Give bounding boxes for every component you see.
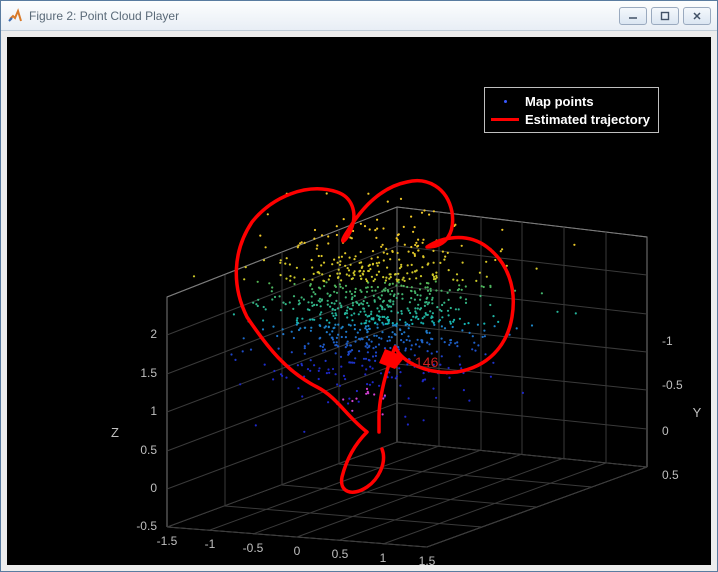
svg-text:0: 0 <box>662 424 669 438</box>
svg-text:1: 1 <box>150 404 157 418</box>
legend-entry-map-points[interactable]: Map points <box>491 92 650 110</box>
close-button[interactable] <box>683 7 711 25</box>
svg-text:-0.5: -0.5 <box>243 541 264 555</box>
y-ticks: -1 -0.5 0 0.5 <box>662 334 683 482</box>
svg-text:1.5: 1.5 <box>419 554 436 565</box>
legend[interactable]: Map points Estimated trajectory <box>484 87 659 133</box>
figure-window: Figure 2: Point Cloud Player <box>0 0 718 572</box>
svg-text:-0.5: -0.5 <box>136 519 157 533</box>
y-axis-label: Y <box>693 405 702 420</box>
svg-text:0.5: 0.5 <box>140 443 157 457</box>
legend-label: Map points <box>525 94 594 109</box>
svg-text:1: 1 <box>380 551 387 565</box>
line-swatch-icon <box>491 112 519 126</box>
svg-text:-0.5: -0.5 <box>662 378 683 392</box>
window-title: Figure 2: Point Cloud Player <box>29 9 613 23</box>
frame-number-label: 146 <box>415 354 439 370</box>
window-buttons <box>619 7 711 25</box>
svg-text:0.5: 0.5 <box>332 547 349 561</box>
svg-text:0: 0 <box>294 544 301 558</box>
legend-entry-trajectory[interactable]: Estimated trajectory <box>491 110 650 128</box>
axes-3d[interactable]: -1.5 -1 -0.5 0 0.5 1 1.5 -1 -0.5 0 0.5 -… <box>7 37 711 565</box>
matlab-icon <box>7 8 23 24</box>
svg-text:1.5: 1.5 <box>140 366 157 380</box>
minimize-button[interactable] <box>619 7 647 25</box>
figure-canvas-wrap: -1.5 -1 -0.5 0 0.5 1 1.5 -1 -0.5 0 0.5 -… <box>1 31 717 571</box>
dot-swatch-icon <box>491 94 519 108</box>
legend-label: Estimated trajectory <box>525 112 650 127</box>
maximize-button[interactable] <box>651 7 679 25</box>
svg-text:-1: -1 <box>205 537 216 551</box>
svg-text:0.5: 0.5 <box>662 468 679 482</box>
z-ticks: -0.5 0 0.5 1 1.5 2 <box>136 327 157 533</box>
svg-text:0: 0 <box>150 481 157 495</box>
svg-text:-1.5: -1.5 <box>157 534 178 548</box>
svg-text:-1: -1 <box>662 334 673 348</box>
svg-text:2: 2 <box>150 327 157 341</box>
z-axis-label: Z <box>111 425 119 440</box>
titlebar[interactable]: Figure 2: Point Cloud Player <box>1 1 717 31</box>
